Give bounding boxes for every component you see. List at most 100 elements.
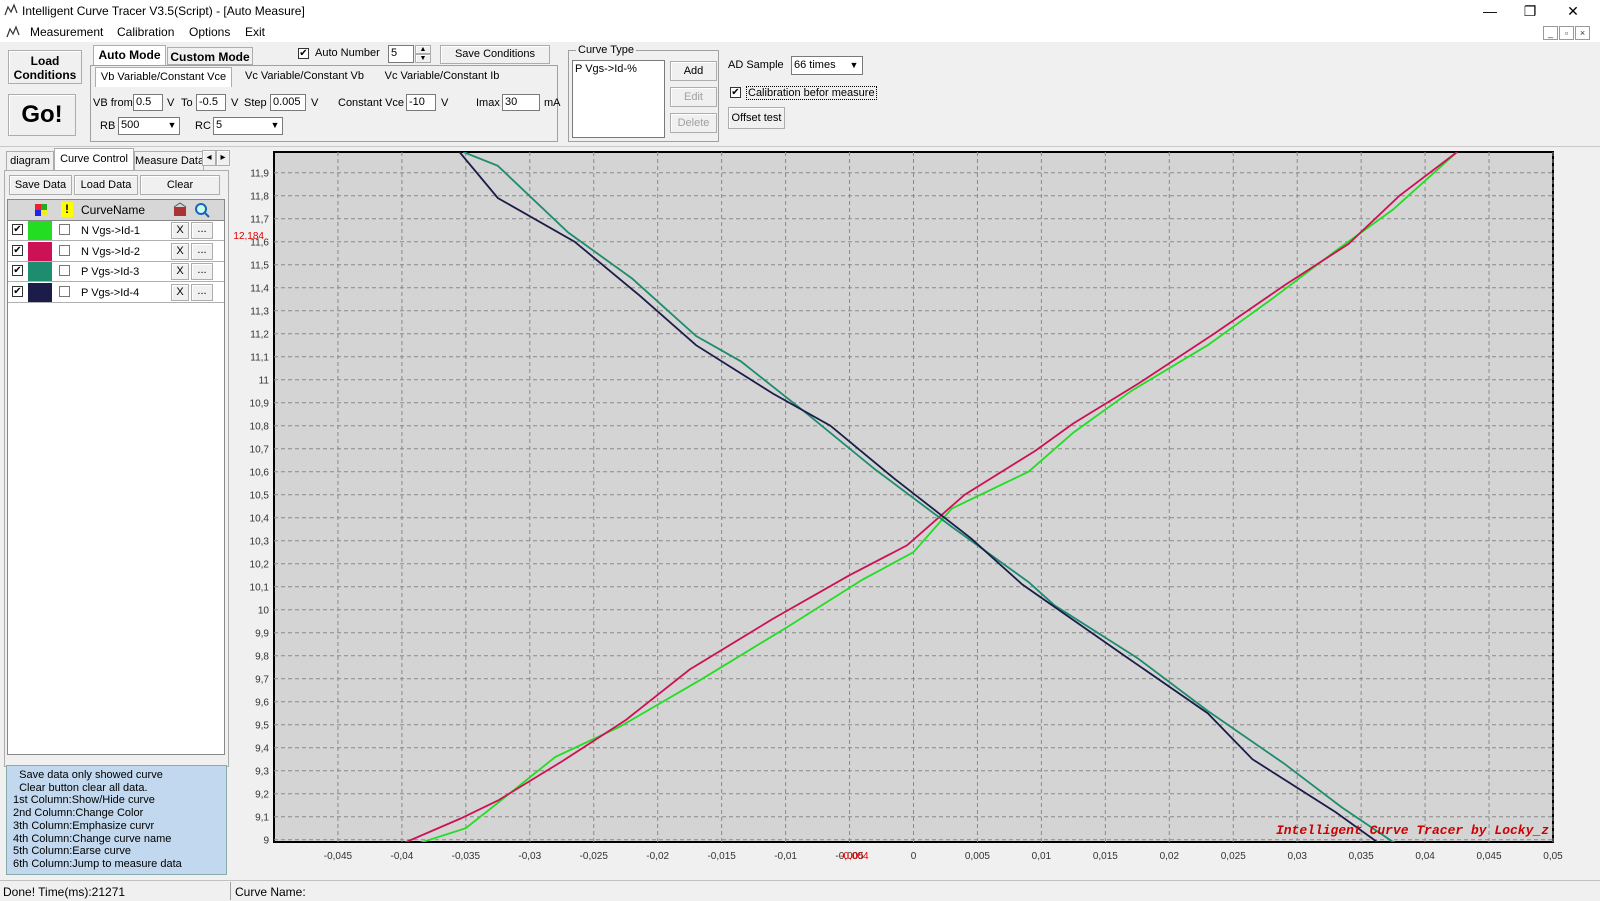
emphasize-checkbox[interactable] — [59, 244, 70, 256]
jump-to-data-button[interactable]: ... — [191, 263, 213, 280]
curve-color-swatch[interactable] — [28, 221, 52, 240]
table-row[interactable]: ✔ P Vgs->Id-4 X... — [8, 282, 224, 303]
curve-name-cell[interactable]: P Vgs->Id-4 — [81, 287, 139, 299]
tab-scroll-right-icon[interactable]: ▸ — [216, 150, 230, 166]
vb-to-input[interactable]: -0.5 — [196, 94, 226, 111]
x-tick-label: 0,005 — [965, 851, 990, 862]
menu-bar: Measurement Calibration Options Exit _ ▫… — [0, 22, 1600, 42]
help-line: Clear button clear all data. — [13, 781, 148, 794]
offset-test-button[interactable]: Offset test — [728, 107, 785, 129]
erase-curve-button[interactable]: X — [171, 263, 189, 280]
emphasize-checkbox[interactable] — [59, 224, 70, 235]
curve-type-list[interactable]: P Vgs->Id-% — [572, 60, 665, 138]
mdi-minimize-button[interactable]: _ — [1543, 26, 1558, 40]
chevron-down-icon[interactable]: ▼ — [164, 117, 180, 134]
x-tick-label: -0,03 — [518, 851, 541, 862]
load-conditions-button[interactable]: Load Conditions — [8, 50, 82, 84]
load-data-button[interactable]: Load Data — [74, 175, 138, 195]
emphasize-checkbox[interactable] — [59, 285, 70, 297]
jump-to-data-button[interactable]: ... — [191, 283, 213, 301]
help-line: 1st Column:Show/Hide curve — [13, 794, 155, 807]
curve-name-cell[interactable]: N Vgs->Id-1 — [81, 225, 140, 237]
y-tick-label: 10,2 — [250, 560, 270, 571]
table-row[interactable]: ✔ N Vgs->Id-2 X... — [8, 241, 224, 262]
chevron-down-icon[interactable]: ▼ — [267, 117, 283, 134]
maximize-button[interactable]: ❐ — [1510, 2, 1550, 20]
chevron-down-icon[interactable]: ▼ — [846, 57, 862, 74]
jump-to-data-button[interactable]: ... — [191, 242, 213, 260]
curve-color-swatch[interactable] — [28, 262, 52, 281]
curve-color-swatch[interactable] — [28, 241, 52, 261]
erase-curve-button[interactable]: X — [171, 222, 189, 239]
chart-area: -0,045 -0,04 -0,035 -0,03 -0,025 -0,02 -0,015 -… — [232, 148, 1600, 878]
menu-exit[interactable]: Exit — [245, 25, 265, 39]
tab-custom-mode[interactable]: Custom Mode — [167, 47, 253, 65]
window-title: Intelligent Curve Tracer V3.5(Script) - … — [22, 4, 305, 18]
calibration-checkbox[interactable]: ✔ — [730, 87, 741, 98]
x-tick-label: -0,02 — [646, 851, 669, 862]
x-tick-label: 0,035 — [1349, 851, 1374, 862]
erase-curve-button[interactable]: X — [171, 283, 189, 301]
menu-calibration[interactable]: Calibration — [117, 25, 174, 39]
spin-up-icon[interactable]: ▲ — [415, 45, 431, 54]
add-button[interactable]: Add — [670, 61, 717, 81]
table-row[interactable]: ✔ N Vgs->Id-1 X... — [8, 221, 224, 241]
tab-auto-mode[interactable]: Auto Mode — [93, 45, 166, 65]
tab-curve-control[interactable]: Curve Control — [54, 148, 134, 171]
curve-name-cell[interactable]: N Vgs->Id-2 — [81, 246, 140, 258]
minimize-button[interactable]: — — [1470, 2, 1510, 20]
show-hide-checkbox[interactable]: ✔ — [12, 244, 23, 256]
spin-down-icon[interactable]: ▼ — [415, 54, 431, 63]
y-tick-label: 10,4 — [250, 514, 270, 525]
curve-name-cell[interactable]: P Vgs->Id-3 — [81, 266, 139, 278]
erase-column-icon — [173, 202, 187, 216]
delete-button[interactable]: Delete — [670, 113, 717, 133]
imax-input[interactable]: 30 — [502, 94, 540, 111]
y-tick-label: 10,3 — [250, 537, 270, 548]
curve-color-swatch[interactable] — [28, 282, 52, 302]
y-tick-label: 10,7 — [250, 445, 270, 456]
erase-curve-button[interactable]: X — [171, 242, 189, 260]
mdi-close-button[interactable]: × — [1575, 26, 1590, 40]
emphasize-icon: ! — [61, 202, 73, 217]
show-hide-checkbox[interactable]: ✔ — [12, 224, 23, 235]
auto-number-checkbox[interactable]: ✔ — [298, 48, 309, 59]
clear-button[interactable]: Clear — [140, 175, 220, 195]
x-tick-label: 0,02 — [1160, 851, 1180, 862]
calibration-label[interactable]: Calibration befor measure — [746, 86, 877, 100]
auto-number-label: Auto Number — [315, 47, 380, 59]
show-hide-checkbox[interactable]: ✔ — [12, 285, 23, 297]
show-hide-checkbox[interactable]: ✔ — [12, 265, 23, 276]
curve-type-item[interactable]: P Vgs->Id-% — [575, 63, 637, 75]
auto-number-input[interactable]: 5 — [388, 45, 414, 63]
tab-scroll-left-icon[interactable]: ◂ — [202, 150, 216, 166]
y-tick-label: 9,9 — [255, 629, 269, 640]
close-button[interactable]: ✕ — [1553, 2, 1593, 20]
vb-from-input[interactable]: 0.5 — [133, 94, 163, 111]
tab-measure-data[interactable]: Measure Data — [134, 151, 204, 171]
curve-chart[interactable]: -0,045 -0,04 -0,035 -0,03 -0,025 -0,02 -0,015 -… — [232, 148, 1600, 878]
emphasize-checkbox[interactable] — [59, 265, 70, 276]
constant-vce-input[interactable]: -10 — [406, 94, 436, 111]
tab-vb-variable[interactable]: Vb Variable/Constant Vce — [95, 67, 232, 87]
menu-measurement[interactable]: Measurement — [30, 25, 103, 39]
y-tick-label: 9,2 — [255, 790, 269, 801]
tab-diagram[interactable]: diagram — [6, 151, 54, 171]
go-button[interactable]: Go! — [8, 94, 76, 136]
x-tick-label: 0,025 — [1221, 851, 1246, 862]
menu-options[interactable]: Options — [189, 25, 230, 39]
edit-button[interactable]: Edit — [670, 87, 717, 107]
tab-vc-variable-ib[interactable]: Vc Variable/Constant Ib — [377, 67, 507, 87]
table-row[interactable]: ✔ P Vgs->Id-3 X... — [8, 262, 224, 282]
x-tick-label: 0,04 — [1415, 851, 1435, 862]
magnifier-icon — [195, 203, 210, 218]
save-data-button[interactable]: Save Data — [9, 175, 72, 195]
save-conditions-button[interactable]: Save Conditions — [440, 45, 550, 64]
y-tick-label: 9,5 — [255, 721, 269, 732]
tab-vc-variable-vb[interactable]: Vc Variable/Constant Vb — [237, 67, 372, 87]
mdi-child-icon[interactable] — [6, 25, 20, 39]
jump-to-data-button[interactable]: ... — [191, 222, 213, 239]
step-input[interactable]: 0.005 — [270, 94, 306, 111]
mdi-restore-button[interactable]: ▫ — [1559, 26, 1574, 40]
ma-unit-label: mA — [544, 97, 561, 109]
